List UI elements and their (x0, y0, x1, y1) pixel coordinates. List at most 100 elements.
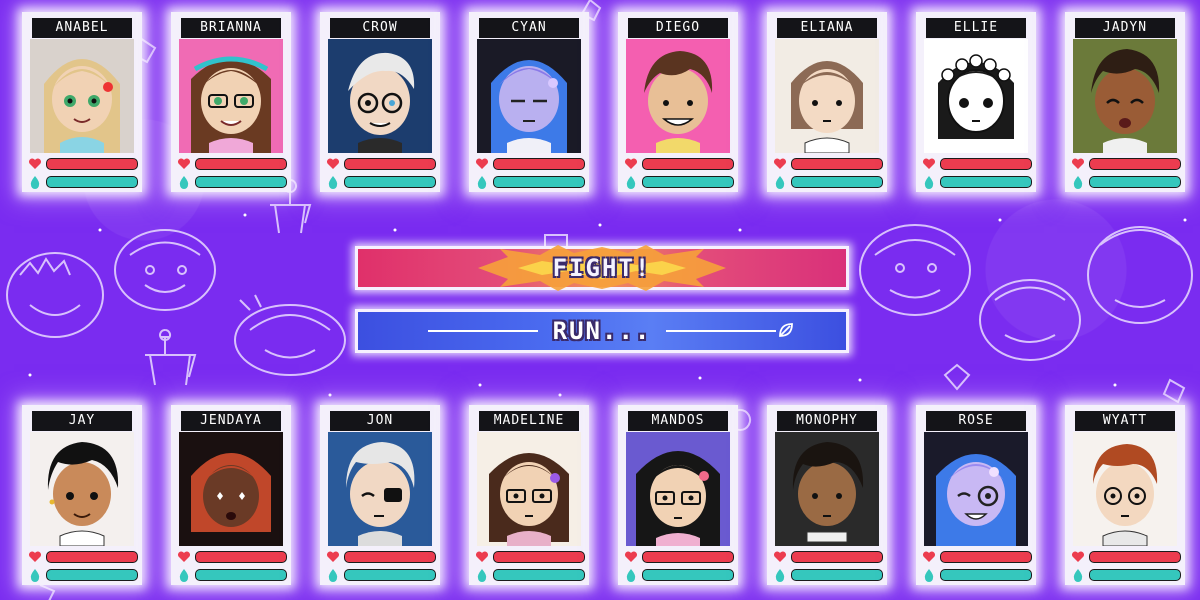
hp-stat (1071, 157, 1181, 171)
juice-bar (493, 569, 585, 581)
juice-bar (46, 569, 138, 581)
juice-stat (773, 175, 883, 189)
character-card-cyan[interactable]: CYAN (469, 12, 589, 192)
heart-icon (475, 551, 489, 562)
juice-bar (195, 176, 287, 188)
character-card-ellie[interactable]: ELLIE (916, 12, 1036, 192)
juice-bar (791, 176, 883, 188)
character-card-jay[interactable]: JAY (22, 405, 142, 585)
character-portrait (924, 39, 1028, 153)
character-name: ANABEL (32, 18, 132, 38)
juice-bar (46, 176, 138, 188)
juice-stat (624, 568, 734, 582)
character-card-monophy[interactable]: MONOPHY (767, 405, 887, 585)
character-portrait (179, 39, 283, 153)
hp-stat (922, 550, 1032, 564)
hp-bar (642, 158, 734, 170)
juice-stat (624, 175, 734, 189)
character-card-rose[interactable]: ROSE (916, 405, 1036, 585)
heart-icon (773, 551, 787, 562)
drop-icon (179, 569, 189, 582)
juice-stat (773, 568, 883, 582)
character-name: JADYN (1075, 18, 1175, 38)
party-row-bottom: JAY JENDAYA JON MADELINE MANDOS MONOPHY … (0, 405, 1200, 590)
character-card-jadyn[interactable]: JADYN (1065, 12, 1185, 192)
character-portrait (179, 432, 283, 546)
character-name: ELLIE (926, 18, 1026, 38)
hp-bar (493, 551, 585, 563)
character-card-mandos[interactable]: MANDOS (618, 405, 738, 585)
heart-icon (326, 158, 340, 169)
drop-icon (775, 176, 785, 189)
drop-icon (328, 569, 338, 582)
character-portrait (1073, 39, 1177, 153)
drop-icon (626, 569, 636, 582)
hp-bar (195, 158, 287, 170)
character-card-madeline[interactable]: MADELINE (469, 405, 589, 585)
juice-stat (922, 175, 1032, 189)
run-button[interactable]: RUN... (355, 309, 849, 353)
juice-bar (195, 569, 287, 581)
hp-stat (177, 157, 287, 171)
character-portrait (775, 39, 879, 153)
juice-bar (791, 569, 883, 581)
heart-icon (922, 158, 936, 169)
character-card-anabel[interactable]: ANABEL (22, 12, 142, 192)
hp-stat (326, 550, 436, 564)
hp-stat (624, 157, 734, 171)
heart-icon (326, 551, 340, 562)
character-portrait (626, 39, 730, 153)
hp-bar (1089, 158, 1181, 170)
juice-stat (922, 568, 1032, 582)
character-name: MONOPHY (777, 411, 877, 431)
hp-bar (791, 551, 883, 563)
heart-icon (177, 551, 191, 562)
character-portrait (328, 39, 432, 153)
character-portrait (775, 432, 879, 546)
character-card-jon[interactable]: JON (320, 405, 440, 585)
character-portrait (924, 432, 1028, 546)
juice-stat (28, 175, 138, 189)
drop-icon (477, 176, 487, 189)
hp-stat (773, 157, 883, 171)
juice-stat (1071, 568, 1181, 582)
drop-icon (626, 176, 636, 189)
hp-stat (475, 550, 585, 564)
hp-bar (1089, 551, 1181, 563)
drop-icon (30, 176, 40, 189)
character-card-wyatt[interactable]: WYATT (1065, 405, 1185, 585)
juice-stat (326, 175, 436, 189)
juice-stat (475, 568, 585, 582)
drop-icon (924, 569, 934, 582)
character-name: BRIANNA (181, 18, 281, 38)
run-label: RUN... (552, 317, 652, 345)
character-card-crow[interactable]: CROW (320, 12, 440, 192)
hp-stat (922, 157, 1032, 171)
hp-bar (344, 551, 436, 563)
character-portrait (1073, 432, 1177, 546)
fight-label: FIGHT! (552, 254, 652, 282)
juice-bar (940, 176, 1032, 188)
hp-bar (46, 551, 138, 563)
juice-bar (642, 176, 734, 188)
character-card-diego[interactable]: DIEGO (618, 12, 738, 192)
character-name: JON (330, 411, 430, 431)
character-name: JENDAYA (181, 411, 281, 431)
hp-bar (46, 158, 138, 170)
juice-stat (177, 568, 287, 582)
character-card-jendaya[interactable]: JENDAYA (171, 405, 291, 585)
character-name: MADELINE (479, 411, 579, 431)
fight-button[interactable]: FIGHT! (355, 245, 849, 291)
party-row-top: ANABEL BRIANNA CROW CYAN DIEGO ELIANA EL… (0, 12, 1200, 197)
character-card-brianna[interactable]: BRIANNA (171, 12, 291, 192)
character-portrait (477, 432, 581, 546)
hp-bar (940, 158, 1032, 170)
drop-icon (775, 569, 785, 582)
drop-icon (1073, 569, 1083, 582)
juice-bar (642, 569, 734, 581)
hp-stat (326, 157, 436, 171)
juice-stat (28, 568, 138, 582)
drop-icon (179, 176, 189, 189)
character-card-eliana[interactable]: ELIANA (767, 12, 887, 192)
hp-stat (475, 157, 585, 171)
